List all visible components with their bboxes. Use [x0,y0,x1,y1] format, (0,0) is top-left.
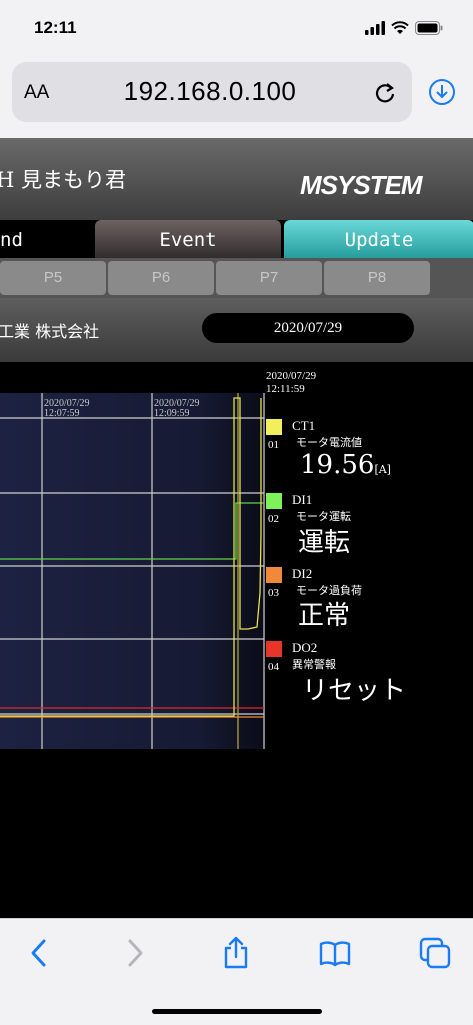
date-display[interactable]: 2020/07/29 [202,313,414,343]
channel-4-swatch [266,641,282,657]
page-button-p6[interactable]: P6 [108,261,214,295]
channel-3-name: DI2 [292,566,313,581]
brand-logo: MSYSTEM [300,170,423,200]
tab-trend[interactable]: nd [0,220,104,260]
company-name: 工業 株式会社 [0,322,100,341]
trend-chart: 2020/07/29 12:07:59 2020/07/29 12:09:59 [0,393,265,749]
reload-icon[interactable] [372,80,398,106]
chart-plot-area [0,393,265,749]
channel-1-name: CT1 [292,418,316,433]
home-indicator [152,1009,322,1014]
wifi-icon [391,21,409,34]
channel-2-swatch [266,493,282,509]
current-timestamp: 2020/07/29 12:11:59 [266,370,316,396]
channel-3-swatch [266,567,282,583]
channel-1-swatch [266,419,282,435]
channel-3-value: 正常 [298,601,351,631]
channel-3-number: 03 [268,587,279,599]
page-button-p7[interactable]: P7 [216,261,322,295]
back-icon[interactable] [22,936,56,970]
channel-2-value: 運転 [298,528,351,558]
x-tick-time-1: 12:07:59 [44,408,80,419]
share-icon[interactable] [219,936,253,970]
tab-update[interactable]: Update [284,220,473,260]
page-button-p5[interactable]: P5 [0,261,106,295]
channel-1-unit: [A] [374,463,391,476]
page-button-p8[interactable]: P8 [324,261,430,295]
channel-2-number: 02 [268,513,279,525]
channel-4-number: 04 [268,661,279,673]
x-tick-time-2: 12:09:59 [154,408,190,419]
status-icons [365,20,443,36]
channel-2-name: DI1 [292,492,313,507]
channel-1-number: 01 [268,439,279,451]
channel-1-value: 19.56[A] [300,450,391,480]
url-text[interactable]: 192.168.0.100 [0,76,420,107]
bookmarks-icon[interactable] [318,936,352,970]
channel-4-value: リセット [302,676,407,706]
download-icon[interactable] [428,78,456,106]
current-time: 12:11:59 [266,383,305,395]
channel-1-desc: モータ電流値 [296,436,362,449]
tab-event[interactable]: Event [95,220,281,260]
tabs-icon[interactable] [418,936,452,970]
channel-4-name: DO2 [292,640,318,655]
app-title: H 見まもり君 [0,168,126,192]
battery-icon [415,21,443,35]
current-date: 2020/07/29 [266,370,317,382]
status-time: 12:11 [34,18,77,37]
forward-icon[interactable] [118,936,152,970]
signal-icon [365,21,385,35]
